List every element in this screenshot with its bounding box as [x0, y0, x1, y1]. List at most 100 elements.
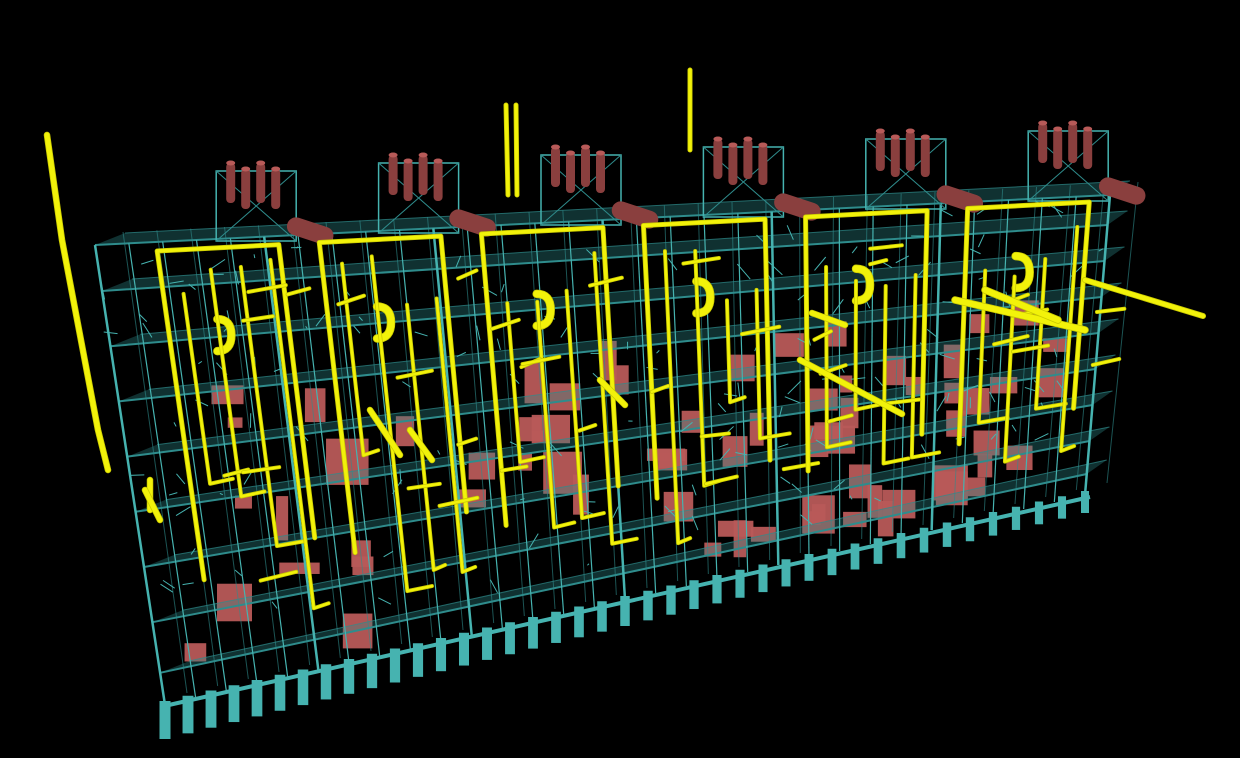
- bracing-member: [253, 254, 256, 259]
- roof-stack: [1068, 123, 1078, 163]
- roof-stack-cap: [920, 134, 930, 140]
- steel-column: [992, 199, 1010, 517]
- roof-stack: [271, 169, 281, 209]
- bracing-member: [656, 350, 660, 354]
- roof-stack: [596, 153, 605, 193]
- roof-stack: [890, 137, 900, 177]
- roof-stack: [1038, 123, 1048, 163]
- roof-stack-cap: [256, 160, 266, 166]
- roof-stack: [743, 139, 753, 179]
- roof-stack: [1053, 129, 1063, 169]
- steel-column-back: [983, 188, 1004, 512]
- bracing-member: [103, 331, 118, 335]
- roof-stack: [551, 147, 560, 187]
- roof-stack: [256, 163, 266, 203]
- roof-stack: [905, 131, 915, 171]
- branch-pipe: [782, 461, 820, 471]
- roof-stack-cap: [1083, 126, 1093, 132]
- bracing-member: [437, 450, 441, 455]
- branch-pipe: [286, 287, 311, 296]
- steel-column-back: [1106, 181, 1139, 484]
- roof-stack-cap: [1038, 120, 1048, 126]
- bracing-member: [182, 582, 194, 586]
- roof-stack: [920, 137, 930, 177]
- bracing-member: [501, 283, 505, 293]
- roof-stack: [581, 147, 590, 187]
- roof-stack: [226, 163, 236, 203]
- bracing-member: [176, 473, 186, 485]
- bracing-member: [271, 601, 278, 609]
- roof-stack: [566, 153, 575, 193]
- vent-stack-pipe: [504, 103, 510, 197]
- equipment-block: [531, 430, 544, 441]
- roof-stack-cap: [1068, 120, 1078, 126]
- roof-stack: [433, 161, 443, 201]
- steel-column: [262, 236, 320, 671]
- roof-stack-cap: [403, 158, 413, 164]
- branch-pipe: [247, 283, 288, 294]
- equipment-block: [304, 388, 326, 423]
- bracing-member: [977, 234, 985, 248]
- roof-stack-cap: [418, 152, 428, 158]
- bracing-member: [787, 380, 802, 395]
- bracing-member: [814, 256, 827, 271]
- branch-pipe: [704, 475, 739, 486]
- steel-column: [770, 211, 780, 566]
- bracing-member: [936, 396, 947, 412]
- bracing-member: [182, 386, 185, 388]
- branch-pipe: [700, 432, 731, 438]
- steel-column-back: [122, 231, 188, 694]
- bracing-member: [612, 506, 619, 519]
- bracing-member: [198, 360, 203, 365]
- roof-stack: [713, 139, 723, 179]
- foundation-pile: [873, 538, 883, 564]
- roof-stack: [418, 155, 428, 195]
- branch-pipe: [1011, 344, 1050, 353]
- foundation-pile: [942, 522, 952, 547]
- bracing-member: [969, 248, 981, 255]
- roof-stack-cap: [875, 128, 885, 134]
- roof-stack-cap: [743, 136, 753, 142]
- branch-pipe: [259, 570, 298, 582]
- bracing-member: [353, 325, 361, 334]
- bracing-member: [754, 347, 757, 352]
- steel-column: [432, 228, 473, 636]
- equipment-block: [969, 314, 990, 334]
- bracing-member: [496, 338, 501, 350]
- bracing-member: [780, 476, 791, 484]
- steel-column: [568, 221, 595, 608]
- roof-stack-cap: [581, 144, 590, 150]
- equipment-block: [717, 520, 754, 537]
- bracing-member: [797, 294, 805, 301]
- roof-stack-cap: [905, 128, 915, 134]
- foundation-pile: [1057, 496, 1067, 519]
- bracing-member: [1011, 424, 1017, 432]
- roof-stack: [758, 145, 768, 185]
- horizontal-drum: [1098, 177, 1146, 205]
- roof-stack-cap: [566, 150, 575, 156]
- equipment-block: [279, 562, 320, 574]
- branch-pipe: [491, 318, 521, 331]
- roof-stack-cap: [551, 144, 560, 150]
- vent-stack-pipe: [514, 103, 519, 197]
- roof-stack-cap: [728, 142, 738, 148]
- foundation-pile: [1034, 501, 1044, 525]
- branch-pipe: [456, 269, 478, 280]
- steel-column-back: [799, 198, 801, 554]
- branch-pipe: [337, 294, 366, 306]
- roof-stack-cap: [388, 152, 398, 158]
- bracing-member: [767, 260, 783, 276]
- roof-stack: [1083, 129, 1093, 169]
- bracing-member: [778, 443, 789, 448]
- roof-stack: [875, 131, 885, 171]
- 3d-model-viewport[interactable]: [0, 0, 1240, 758]
- bracing-member: [175, 506, 191, 517]
- roof-stack-cap: [758, 142, 768, 148]
- bracing-member: [851, 246, 858, 254]
- foundation-pile: [1011, 506, 1021, 530]
- bracing-member: [737, 382, 741, 398]
- riser-pipe-shade: [434, 296, 478, 574]
- foundation-pile: [965, 517, 975, 542]
- branch-pipe: [868, 244, 904, 250]
- roof-stack-cap: [890, 134, 900, 140]
